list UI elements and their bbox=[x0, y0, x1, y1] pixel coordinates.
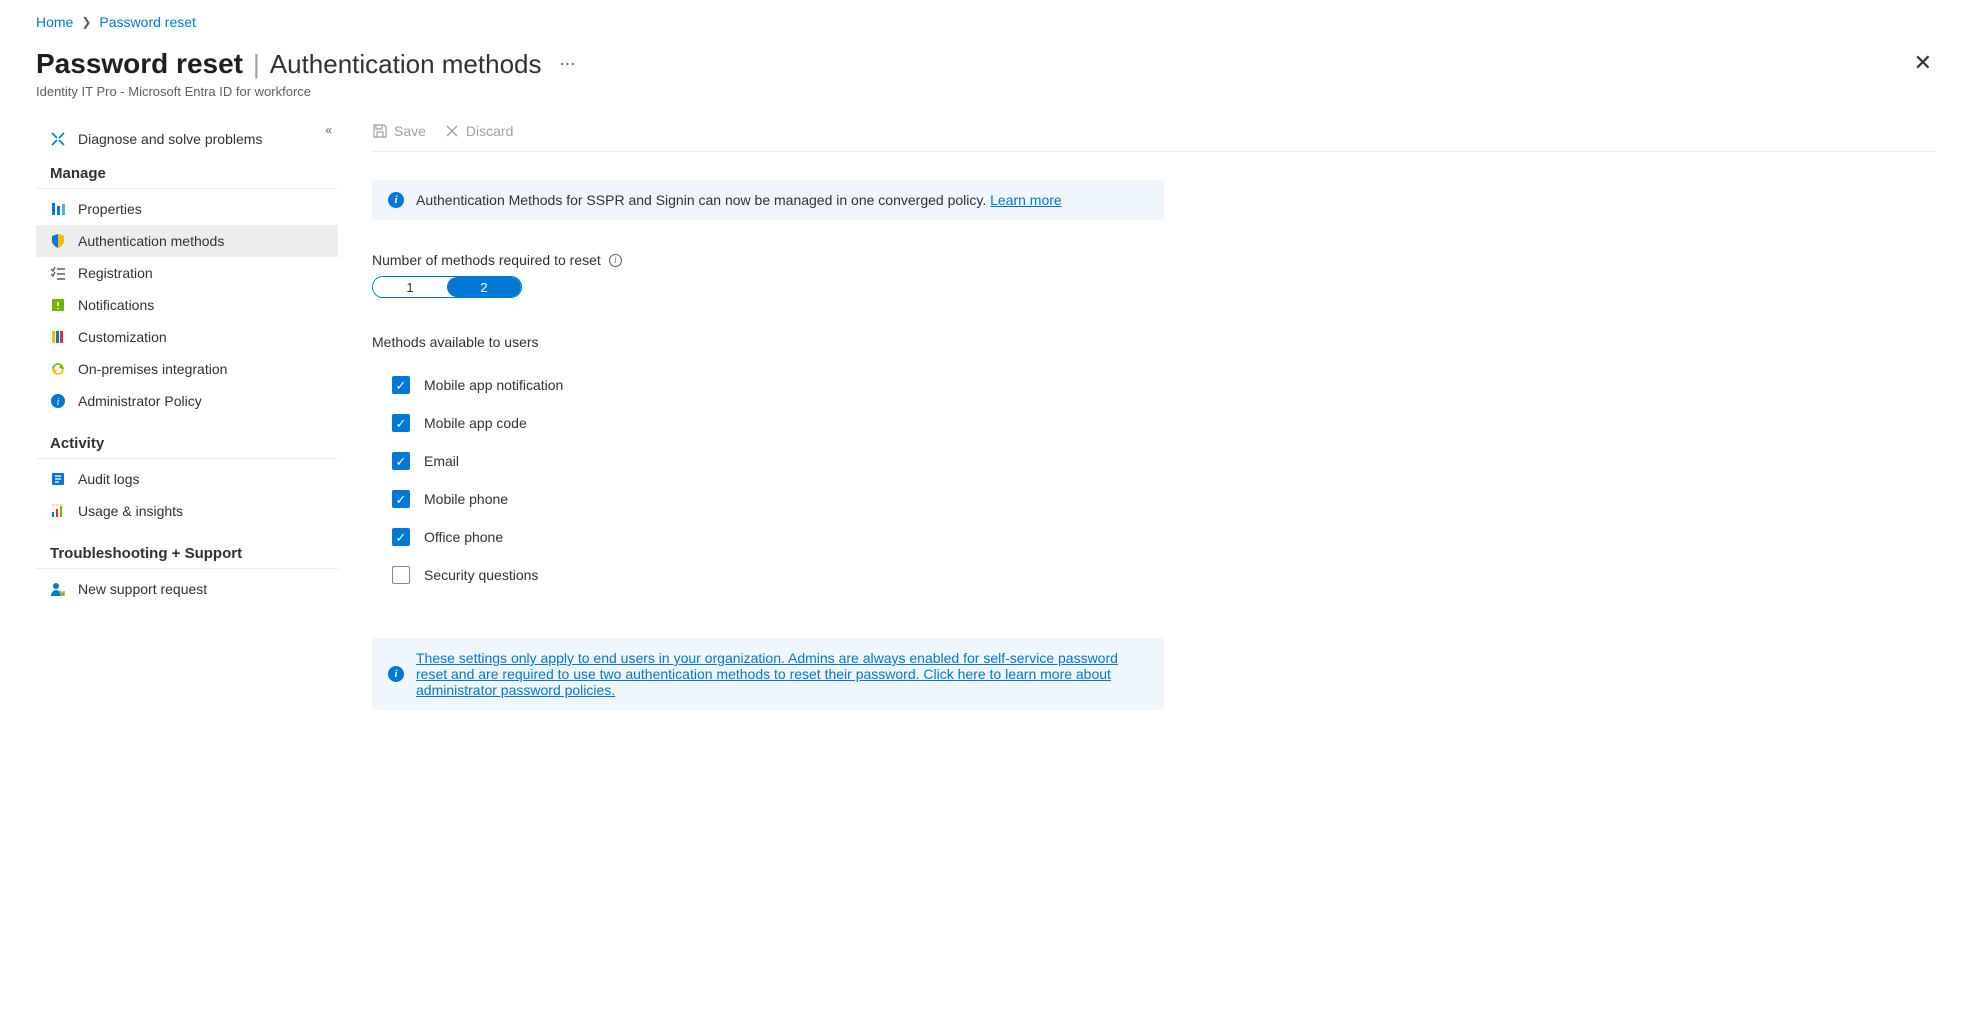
toolbar-label: Save bbox=[394, 123, 426, 139]
breadcrumb-current[interactable]: Password reset bbox=[99, 14, 195, 30]
sidebar-item-audit-logs[interactable]: Audit logs bbox=[36, 463, 338, 495]
title-separator: | bbox=[253, 49, 260, 80]
sidebar-item-label: Registration bbox=[78, 265, 153, 281]
page-title-sub: Authentication methods bbox=[270, 49, 542, 80]
methods-list: Mobile app notification Mobile app code Em… bbox=[372, 366, 1936, 594]
methods-required-label: Number of methods required to reset i bbox=[372, 252, 1936, 268]
sync-icon bbox=[50, 361, 66, 377]
wrench-icon bbox=[50, 131, 66, 147]
sidebar-item-support[interactable]: New support request bbox=[36, 573, 338, 605]
main-content: Save Discard i Authentication Methods fo… bbox=[338, 117, 1936, 742]
method-row: Security questions bbox=[372, 556, 1936, 594]
method-label: Mobile app notification bbox=[424, 377, 563, 393]
sidebar-item-properties[interactable]: Properties bbox=[36, 193, 338, 225]
sidebar-item-label: Customization bbox=[78, 329, 167, 345]
info-banner-top: i Authentication Methods for SSPR and Si… bbox=[372, 180, 1164, 220]
sidebar-item-onprem[interactable]: On-premises integration bbox=[36, 353, 338, 385]
sidebar-item-registration[interactable]: Registration bbox=[36, 257, 338, 289]
: i bbox=[388, 666, 404, 682]
methods-required-option-1[interactable]: 1 bbox=[373, 277, 447, 297]
sidebar-item-admin-policy[interactable]: i Administrator Policy bbox=[36, 385, 338, 417]
sidebar-item-usage[interactable]: Usage & insights bbox=[36, 495, 338, 527]
methods-required-option-2[interactable]: 2 bbox=[447, 277, 521, 297]
notification-icon bbox=[50, 297, 66, 313]
sidebar-item-label: On-premises integration bbox=[78, 361, 227, 377]
method-label: Email bbox=[424, 453, 459, 469]
sidebar-item-diagnose[interactable]: Diagnose and solve problems bbox=[36, 123, 338, 155]
discard-button[interactable]: Discard bbox=[444, 123, 513, 139]
banner-text-content: Authentication Methods for SSPR and Sign… bbox=[416, 192, 986, 208]
collapse-sidebar-icon[interactable]: « bbox=[325, 123, 332, 137]
save-icon bbox=[372, 123, 388, 139]
toolbar-label: Discard bbox=[466, 123, 513, 139]
method-label: Office phone bbox=[424, 529, 503, 545]
info-icon: i bbox=[50, 393, 66, 409]
toolbar: Save Discard bbox=[372, 117, 1936, 152]
sidebar-section-activity: Activity bbox=[36, 417, 338, 459]
page-title-main: Password reset bbox=[36, 48, 243, 80]
sidebar-item-label: Notifications bbox=[78, 297, 154, 313]
method-checkbox[interactable] bbox=[392, 528, 410, 546]
sidebar-item-label: Usage & insights bbox=[78, 503, 183, 519]
page-header: Password reset | Authentication methods … bbox=[36, 48, 1936, 99]
breadcrumb-home[interactable]: Home bbox=[36, 14, 73, 30]
sidebar-item-notifications[interactable]: Notifications bbox=[36, 289, 338, 321]
sidebar-item-authentication-methods[interactable]: Authentication methods bbox=[36, 225, 338, 257]
sidebar-item-label: Diagnose and solve problems bbox=[78, 131, 262, 147]
method-checkbox[interactable] bbox=[392, 452, 410, 470]
tooltip-icon[interactable]: i bbox=[609, 254, 622, 267]
footer-link[interactable]: These settings only apply to end users i… bbox=[416, 650, 1148, 698]
method-checkbox[interactable] bbox=[392, 414, 410, 432]
sidebar-item-label: Audit logs bbox=[78, 471, 139, 487]
sidebar-item-label: Authentication methods bbox=[78, 233, 224, 249]
logs-icon bbox=[50, 471, 66, 487]
sidebar-section-troubleshoot: Troubleshooting + Support bbox=[36, 527, 338, 569]
palette-icon bbox=[50, 329, 66, 345]
sidebar-item-customization[interactable]: Customization bbox=[36, 321, 338, 353]
method-row: Mobile app code bbox=[372, 404, 1936, 442]
method-row: Mobile app notification bbox=[372, 366, 1936, 404]
close-icon: ✕ bbox=[1914, 50, 1932, 75]
page-title: Password reset | Authentication methods … bbox=[36, 48, 576, 80]
shield-icon bbox=[50, 233, 66, 249]
sidebar-item-label: Properties bbox=[78, 201, 142, 217]
more-icon[interactable]: ⋯ bbox=[560, 54, 576, 74]
chevron-right-icon: ❯ bbox=[81, 15, 91, 29]
chart-icon bbox=[50, 503, 66, 519]
discard-icon bbox=[444, 123, 460, 139]
breadcrumb: Home ❯ Password reset bbox=[36, 14, 1936, 30]
sidebar-item-label: New support request bbox=[78, 581, 207, 597]
method-row: Mobile phone bbox=[372, 480, 1936, 518]
methods-available-label: Methods available to users bbox=[372, 334, 1936, 350]
sidebar: « Diagnose and solve problems Manage Pro… bbox=[36, 117, 338, 605]
info-icon: i bbox=[388, 192, 404, 208]
sidebar-section-manage: Manage bbox=[36, 155, 338, 189]
support-icon bbox=[50, 581, 66, 597]
method-label: Mobile phone bbox=[424, 491, 508, 507]
method-checkbox[interactable] bbox=[392, 376, 410, 394]
page-subtitle: Identity IT Pro - Microsoft Entra ID for… bbox=[36, 84, 576, 99]
sliders-icon bbox=[50, 201, 66, 217]
methods-required-toggle: 1 2 bbox=[372, 276, 522, 298]
svg-text:i: i bbox=[57, 397, 60, 408]
method-label: Security questions bbox=[424, 567, 538, 583]
sidebar-item-label: Administrator Policy bbox=[78, 393, 202, 409]
close-button[interactable]: ✕ bbox=[1910, 48, 1936, 78]
method-checkbox[interactable] bbox=[392, 566, 410, 584]
field-label-text: Number of methods required to reset bbox=[372, 252, 601, 268]
learn-more-link[interactable]: Learn more bbox=[990, 192, 1062, 208]
method-row: Office phone bbox=[372, 518, 1936, 556]
banner-text: Authentication Methods for SSPR and Sign… bbox=[416, 192, 1062, 208]
method-row: Email bbox=[372, 442, 1936, 480]
save-button[interactable]: Save bbox=[372, 123, 426, 139]
method-label: Mobile app code bbox=[424, 415, 527, 431]
checklist-icon bbox=[50, 265, 66, 281]
method-checkbox[interactable] bbox=[392, 490, 410, 508]
info-banner-footer: i These settings only apply to end users… bbox=[372, 638, 1164, 710]
